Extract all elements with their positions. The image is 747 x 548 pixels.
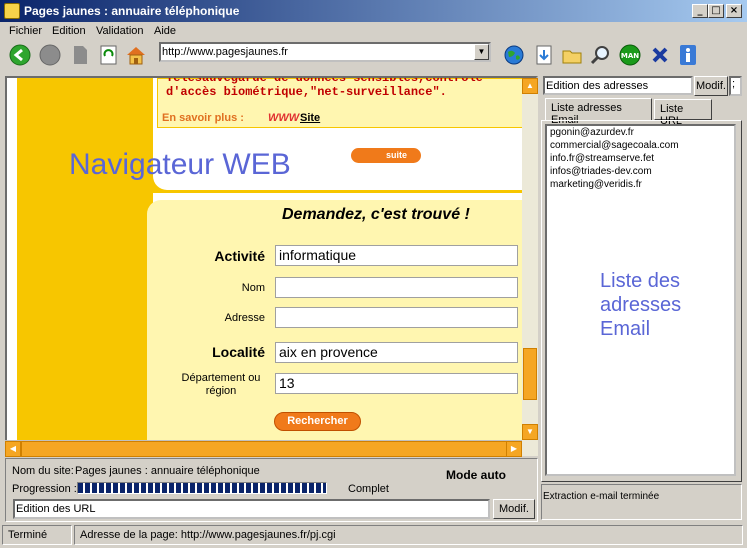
- site-name-value: Pages jaunes : annuaire téléphonique: [75, 465, 260, 477]
- progress-bar: [77, 482, 327, 494]
- list-item[interactable]: infos@triades-dev.com: [547, 165, 734, 178]
- ad-box: Télésauvegarde de données sensibles,cont…: [157, 78, 524, 128]
- activite-label: Activité: [214, 248, 265, 264]
- adresse-input[interactable]: [275, 307, 518, 328]
- progress-label: Progression :: [12, 483, 77, 495]
- man-icon-label: MAN: [621, 52, 639, 60]
- form-title: Demandez, c'est trouvé !: [282, 206, 470, 223]
- extraction-status-box: Extraction e-mail terminée: [541, 484, 742, 520]
- status-right: Adresse de la page: http://www.pagesjaun…: [74, 525, 743, 545]
- mode-label: Mode auto: [446, 468, 506, 482]
- www-label: WWW: [268, 112, 300, 124]
- extraction-status: Extraction e-mail terminée: [543, 491, 660, 502]
- stop-icon[interactable]: [39, 44, 61, 66]
- app-icon: [4, 3, 20, 19]
- edition-adresses-input[interactable]: Edition des adresses: [543, 76, 693, 95]
- bottom-info-panel: Nom du site: Pages jaunes : annuaire tél…: [5, 458, 538, 522]
- menu-edition[interactable]: Edition: [52, 25, 86, 37]
- email-overlay-label: Liste des adresses Email: [600, 270, 682, 340]
- info-icon[interactable]: [677, 44, 699, 66]
- scroll-left-icon[interactable]: ◀: [5, 441, 21, 457]
- left-yellow-band: [17, 78, 153, 440]
- scroll-thumb[interactable]: [523, 348, 537, 400]
- menu-bar: Fichier Edition Validation Aide: [0, 23, 747, 39]
- scroll-right-icon[interactable]: ▶: [506, 441, 522, 457]
- departement-input[interactable]: 13: [275, 373, 518, 394]
- menu-validation[interactable]: Validation: [96, 25, 144, 37]
- status-left: Terminé: [2, 525, 72, 545]
- nom-input[interactable]: [275, 277, 518, 298]
- site-name-label: Nom du site:: [12, 465, 74, 477]
- url-combobox[interactable]: ▼: [159, 42, 491, 62]
- title-bar: Pages jaunes : annuaire téléphonique _ □…: [0, 0, 747, 22]
- download-icon[interactable]: [533, 44, 555, 66]
- home-icon[interactable]: [125, 44, 147, 66]
- search-icon[interactable]: [589, 44, 611, 66]
- folder-icon[interactable]: [561, 44, 583, 66]
- scroll-down-icon[interactable]: ▼: [522, 424, 538, 440]
- departement-label: Département ou région: [181, 372, 261, 397]
- ad-text: Télésauvegarde de données sensibles,cont…: [166, 76, 483, 99]
- tab-liste-adresses-email[interactable]: Liste adresses Email: [545, 98, 652, 126]
- progress-status: Complet: [348, 483, 389, 495]
- maximize-button[interactable]: □: [708, 4, 724, 18]
- horizontal-scrollbar[interactable]: ◀ ▶: [5, 440, 522, 457]
- nom-label: Nom: [241, 282, 265, 294]
- url-input[interactable]: [162, 45, 474, 59]
- separator-input[interactable]: ;: [729, 76, 742, 96]
- close-button[interactable]: ×: [726, 4, 742, 18]
- localite-label: Localité: [212, 344, 265, 360]
- toolbar: ▼ MAN: [0, 39, 747, 71]
- url-edit-input[interactable]: Edition des URL: [13, 499, 490, 519]
- minimize-button[interactable]: _: [692, 4, 708, 18]
- modif-url-button[interactable]: Modif.: [493, 499, 535, 519]
- web-browser[interactable]: Télésauvegarde de données sensibles,cont…: [5, 76, 538, 456]
- suite-label: suite: [385, 150, 407, 160]
- man-icon[interactable]: MAN: [619, 44, 641, 66]
- more-label: En savoir plus :: [162, 112, 244, 124]
- chevron-down-icon[interactable]: ▼: [474, 44, 489, 60]
- menu-fichier[interactable]: Fichier: [9, 25, 42, 37]
- scroll-up-icon[interactable]: ▲: [522, 78, 538, 94]
- close-icon[interactable]: [649, 44, 671, 66]
- tab-liste-url[interactable]: Liste URL: [654, 99, 712, 127]
- h-scroll-thumb[interactable]: [21, 441, 516, 457]
- activite-input[interactable]: informatique: [275, 245, 518, 266]
- vertical-scrollbar[interactable]: ▲ ▼: [522, 78, 538, 440]
- adresse-label: Adresse: [224, 312, 265, 324]
- window-title: Pages jaunes : annuaire téléphonique: [24, 4, 240, 18]
- list-item[interactable]: pgonin@azurdev.fr: [547, 126, 734, 139]
- site-link[interactable]: Site: [300, 112, 320, 124]
- list-item[interactable]: commercial@sagecoala.com: [547, 139, 734, 152]
- status-bar: Terminé Adresse de la page: http://www.p…: [0, 523, 747, 548]
- back-icon[interactable]: [9, 44, 31, 66]
- rechercher-button[interactable]: Rechercher: [274, 412, 361, 431]
- list-item[interactable]: info.fr@streamserve.fet: [547, 152, 734, 165]
- menu-aide[interactable]: Aide: [154, 25, 176, 37]
- suite-button[interactable]: suite: [351, 148, 421, 163]
- globe-icon[interactable]: [503, 44, 525, 66]
- list-item[interactable]: marketing@veridis.fr: [547, 178, 734, 191]
- refresh-icon[interactable]: [98, 44, 120, 66]
- progress-fill: [78, 483, 326, 493]
- page-icon[interactable]: [69, 44, 91, 66]
- browser-overlay-label: Navigateur WEB: [69, 148, 291, 181]
- localite-input[interactable]: aix en provence: [275, 342, 518, 363]
- modif-adresses-button[interactable]: Modif.: [694, 76, 728, 96]
